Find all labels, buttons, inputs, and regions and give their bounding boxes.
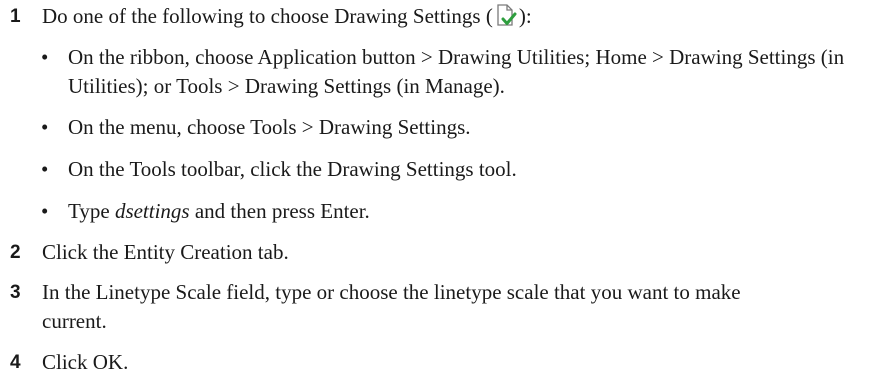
bullet-suffix: and then press Enter.	[189, 199, 370, 223]
bullet-text: On the Tools toolbar, click the Drawing …	[68, 157, 517, 181]
bullet-item: • On the ribbon, choose Application butt…	[0, 43, 886, 101]
bullet-dot: •	[41, 199, 49, 223]
step-text: In the Linetype Scale field, type or cho…	[42, 280, 741, 333]
step-number: 3	[10, 282, 21, 303]
bullet-item: • On the menu, choose Tools > Drawing Se…	[0, 113, 886, 142]
bullet-item: • On the Tools toolbar, click the Drawin…	[0, 155, 886, 184]
bullet-text: On the ribbon, choose Application button…	[68, 45, 845, 98]
step-3: 3 In the Linetype Scale field, type or c…	[0, 278, 886, 336]
step-text-before: Do one of the following to choose Drawin…	[42, 4, 493, 28]
drawing-settings-icon	[495, 4, 517, 28]
bullet-dot: •	[41, 115, 49, 139]
bullet-text: On the menu, choose Tools > Drawing Sett…	[68, 115, 471, 139]
bullet-item: • Type dsettings and then press Enter.	[0, 197, 886, 226]
command-name: dsettings	[114, 199, 190, 223]
step-text: Click the Entity Creation tab.	[42, 240, 289, 264]
step-text: Do one of the following to choose Drawin…	[42, 2, 886, 31]
step-text: Click OK.	[42, 350, 129, 374]
step-text-after: ):	[518, 4, 532, 28]
bullet-dot: •	[41, 157, 49, 181]
bullet-text: Type dsettings and then press Enter.	[68, 197, 876, 226]
step-number: 4	[10, 352, 21, 373]
step-2: 2 Click the Entity Creation tab.	[0, 238, 886, 267]
step-number: 1	[10, 6, 21, 27]
step-number: 2	[10, 242, 21, 263]
step-1: 1 Do one of the following to choose Draw…	[0, 2, 886, 31]
bullet-dot: •	[41, 45, 49, 69]
bullet-prefix: Type	[68, 199, 115, 223]
step-4: 4 Click OK.	[0, 348, 886, 377]
